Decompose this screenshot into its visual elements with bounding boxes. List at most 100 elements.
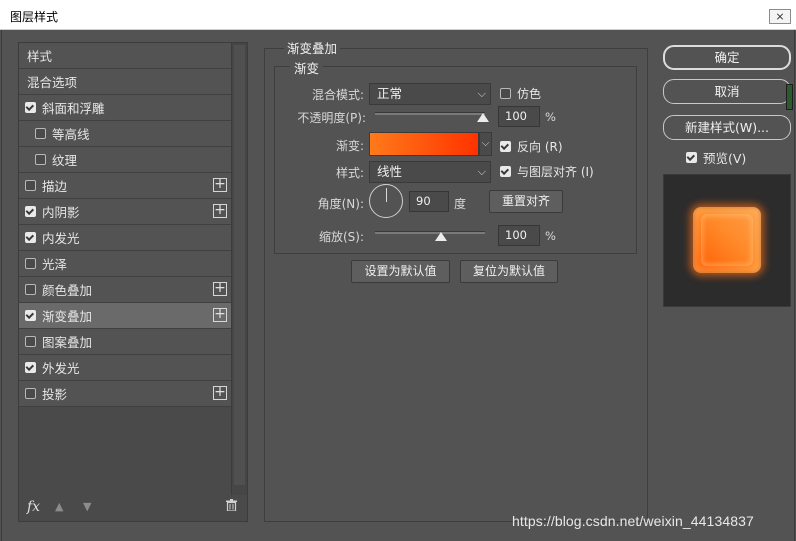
close-icon[interactable]: ⨯ — [769, 9, 791, 24]
style-list-item-label: 样式 — [27, 49, 53, 64]
align-check-icon[interactable] — [500, 166, 511, 177]
dither-label: 仿色 — [517, 87, 542, 101]
reverse-check-icon[interactable] — [500, 141, 511, 152]
right-scroll-indicator — [786, 84, 793, 110]
reverse-checkbox[interactable]: 反向 (R) — [500, 138, 563, 155]
style-list-item-label: 颜色叠加 — [42, 283, 93, 298]
style-list-scrollbar[interactable] — [231, 43, 247, 495]
watermark: https://blog.csdn.net/weixin_44134837 — [512, 513, 754, 529]
style-value: 线性 — [377, 164, 403, 179]
gradient-label: 渐变: — [335, 139, 364, 153]
style-select[interactable]: 线性 ⌵ — [369, 161, 491, 183]
checkbox-icon[interactable] — [35, 154, 46, 165]
preview-thumbnail — [663, 174, 791, 307]
fx-icon[interactable]: fx — [27, 499, 40, 515]
add-icon[interactable]: + — [213, 385, 227, 400]
style-list-item[interactable]: 等高线 — [19, 121, 231, 147]
opacity-label: 不透明度(P): — [297, 111, 366, 125]
style-list-item-label: 斜面和浮雕 — [42, 101, 105, 116]
checkbox-icon[interactable] — [25, 284, 36, 295]
add-icon[interactable]: + — [213, 203, 227, 218]
add-icon[interactable]: + — [213, 177, 227, 192]
gradient-dropdown[interactable]: ⌵ — [479, 132, 492, 156]
blend-mode-select[interactable]: 正常 ⌵ — [369, 83, 491, 105]
style-list-panel: 样式混合选项斜面和浮雕等高线纹理描边 + 内阴影 + 内发光光泽颜色叠加 + 渐变叠加 + 图案… — [18, 42, 248, 522]
checkbox-icon[interactable] — [25, 232, 36, 243]
angle-dial[interactable] — [369, 184, 403, 218]
scrollbar-thumb[interactable] — [234, 45, 245, 485]
checkbox-icon[interactable] — [25, 336, 36, 347]
dither-check-icon[interactable] — [500, 88, 511, 99]
style-list-item[interactable]: 渐变叠加 + — [19, 303, 231, 329]
title-bar: 图层样式 ⨯ — [0, 0, 796, 30]
preview-checkbox[interactable]: 预览(V) — [686, 148, 746, 167]
group-title: 渐变叠加 — [284, 38, 341, 57]
style-list-item[interactable]: 图案叠加 — [19, 329, 231, 355]
set-default-button[interactable]: 设置为默认值 — [351, 260, 450, 283]
style-list-item-label: 内阴影 — [42, 205, 80, 220]
angle-needle — [386, 188, 387, 202]
style-list-item[interactable]: 混合选项 — [19, 69, 231, 95]
new-style-button[interactable]: 新建样式(W)... — [663, 115, 791, 140]
checkbox-icon[interactable] — [25, 206, 36, 217]
style-list-item[interactable]: 内阴影 + — [19, 199, 231, 225]
align-label: 与图层对齐 (I) — [517, 165, 594, 179]
checkbox-icon[interactable] — [25, 180, 36, 191]
style-list-item-label: 光泽 — [42, 257, 68, 272]
arrow-down-icon[interactable]: ▼ — [83, 500, 91, 513]
preview-label: 预览(V) — [703, 151, 747, 166]
checkbox-icon[interactable] — [25, 310, 36, 321]
style-list-item[interactable]: 投影 + — [19, 381, 231, 407]
checkbox-icon[interactable] — [25, 362, 36, 373]
checkbox-icon[interactable] — [35, 128, 46, 139]
checkbox-icon[interactable] — [25, 388, 36, 399]
style-list-item[interactable]: 斜面和浮雕 — [19, 95, 231, 121]
blend-mode-label: 混合模式: — [311, 88, 364, 102]
angle-input[interactable]: 90 — [409, 191, 449, 212]
chevron-down-icon: ⌵ — [477, 165, 486, 178]
trash-icon[interactable] — [226, 499, 237, 515]
style-list-item-label: 投影 — [42, 387, 68, 402]
angle-unit: 度 — [454, 197, 467, 211]
style-list-item[interactable]: 样式 — [19, 43, 231, 69]
ok-button[interactable]: 确定 — [663, 45, 791, 70]
reset-default-button[interactable]: 复位为默认值 — [460, 260, 558, 283]
style-list-item-label: 混合选项 — [27, 75, 78, 90]
reset-align-button[interactable]: 重置对齐 — [489, 190, 563, 213]
style-list-item-label: 等高线 — [52, 127, 90, 142]
style-list-item[interactable]: 外发光 — [19, 355, 231, 381]
dither-checkbox[interactable]: 仿色 — [500, 85, 541, 102]
cancel-button[interactable]: 取消 — [663, 79, 791, 104]
add-icon[interactable]: + — [213, 281, 227, 296]
style-list-item-label: 纹理 — [52, 153, 78, 168]
style-list-item[interactable]: 颜色叠加 + — [19, 277, 231, 303]
style-list-item[interactable]: 光泽 — [19, 251, 231, 277]
scale-input[interactable]: 100 — [498, 225, 540, 246]
opacity-input[interactable]: 100 — [498, 106, 540, 127]
opacity-slider-track[interactable] — [375, 112, 485, 115]
chevron-down-icon: ⌵ — [477, 87, 486, 100]
align-checkbox[interactable]: 与图层对齐 (I) — [500, 163, 594, 180]
style-list-item[interactable]: 描边 + — [19, 173, 231, 199]
style-list-item-label: 图案叠加 — [42, 335, 93, 350]
style-list-item-label: 内发光 — [42, 231, 80, 246]
style-list-item[interactable]: 内发光 — [19, 225, 231, 251]
style-label: 样式: — [335, 166, 364, 180]
preview-square — [693, 207, 761, 273]
style-list-footer: fx ▲ ▼ — [19, 495, 247, 521]
scale-slider-handle[interactable] — [435, 232, 447, 241]
scale-label: 缩放(S): — [318, 230, 364, 244]
preview-check-icon[interactable] — [686, 152, 697, 163]
checkbox-icon[interactable] — [25, 258, 36, 269]
checkbox-icon[interactable] — [25, 102, 36, 113]
add-icon[interactable]: + — [213, 307, 227, 322]
style-list-item-label: 渐变叠加 — [42, 309, 93, 324]
style-list-item[interactable]: 纹理 — [19, 147, 231, 173]
arrow-up-icon[interactable]: ▲ — [55, 500, 63, 513]
reverse-label: 反向 (R) — [517, 140, 563, 154]
opacity-slider-handle[interactable] — [476, 113, 489, 122]
subgroup-title: 渐变 — [290, 58, 324, 77]
blend-mode-value: 正常 — [377, 86, 403, 101]
scale-slider-track[interactable] — [375, 231, 485, 234]
gradient-swatch[interactable] — [369, 132, 479, 156]
